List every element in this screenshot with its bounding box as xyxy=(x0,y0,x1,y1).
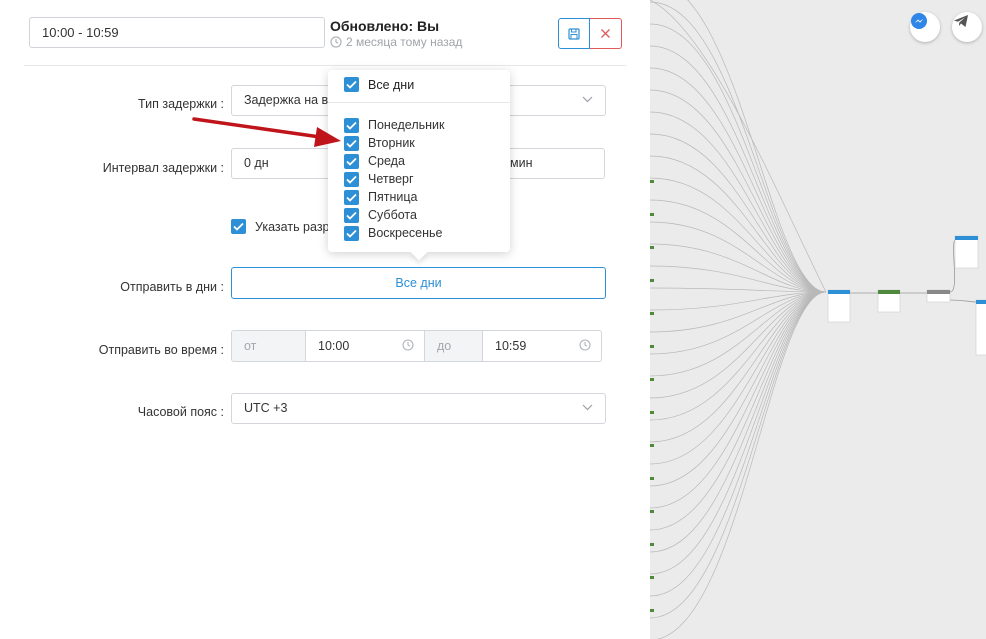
timezone-label: Часовой пояс : xyxy=(137,405,224,419)
delay-type-label: Тип задержки : xyxy=(138,97,224,111)
send-days-label: Отправить в дни : xyxy=(120,280,224,294)
clock-icon xyxy=(579,339,591,351)
flow-connections xyxy=(650,0,986,639)
messenger-icon xyxy=(911,13,927,29)
floppy-disk-icon xyxy=(568,27,580,40)
time-from-value: 10:00 xyxy=(318,339,350,353)
delay-minutes-suffix: мин xyxy=(510,156,533,170)
telegram-button[interactable] xyxy=(952,12,982,42)
send-time-label: Отправить во время : xyxy=(98,343,224,357)
check-icon xyxy=(344,207,359,223)
days-dropdown: Все дни Понедельник Вторник Среда Четверг Пя… xyxy=(328,70,510,252)
delay-interval-label: Интервал задержки : xyxy=(102,161,224,175)
close-icon xyxy=(601,29,610,38)
day-option-label: Четверг xyxy=(368,172,414,186)
time-to-value: 10:59 xyxy=(495,339,527,353)
day-option[interactable]: Пятница xyxy=(344,188,445,206)
time-from-addon: от xyxy=(232,331,306,361)
close-button[interactable] xyxy=(590,18,622,49)
day-option[interactable]: Суббота xyxy=(344,206,445,224)
header-divider xyxy=(24,65,626,66)
check-icon xyxy=(344,189,359,205)
dropdown-divider xyxy=(328,102,510,103)
check-icon xyxy=(344,225,359,241)
telegram-icon xyxy=(954,15,968,27)
messenger-button[interactable] xyxy=(910,12,940,42)
clock-icon xyxy=(402,339,414,351)
check-icon xyxy=(231,219,246,234)
time-to-input[interactable]: 10:59 xyxy=(483,331,601,361)
check-icon xyxy=(344,77,359,92)
timezone-value: UTC +3 xyxy=(244,401,288,415)
specify-range-label: Указать разр xyxy=(255,219,330,234)
day-option-label: Пятница xyxy=(368,190,418,204)
all-days-label: Все дни xyxy=(368,77,415,92)
day-option[interactable]: Воскресенье xyxy=(344,224,445,242)
send-time-range: от 10:00 до 10:59 xyxy=(231,330,602,362)
clock-icon xyxy=(330,36,342,48)
day-option-label: Понедельник xyxy=(368,118,445,132)
day-option-label: Воскресенье xyxy=(368,226,443,240)
timezone-select[interactable]: UTC +3 xyxy=(231,393,606,424)
all-days-option[interactable]: Все дни xyxy=(344,77,414,92)
check-icon xyxy=(344,153,359,169)
day-option[interactable]: Понедельник xyxy=(344,116,445,134)
updated-ago: 2 месяца тому назад xyxy=(330,35,462,49)
day-option-label: Суббота xyxy=(368,208,417,222)
updated-label: Обновлено: Вы xyxy=(330,18,440,34)
send-days-button[interactable]: Все дни xyxy=(231,267,606,299)
check-icon xyxy=(344,117,359,133)
delay-type-value: Задержка на в xyxy=(244,93,329,107)
time-from-input[interactable]: 10:00 xyxy=(306,331,425,361)
check-icon xyxy=(344,135,359,151)
flow-canvas[interactable] xyxy=(650,0,986,639)
chevron-down-icon xyxy=(582,96,593,103)
day-option[interactable]: Четверг xyxy=(344,170,445,188)
day-option-label: Среда xyxy=(368,154,405,168)
specify-range-checkbox[interactable]: Указать разр xyxy=(231,219,330,234)
day-option[interactable]: Вторник xyxy=(344,134,445,152)
save-button[interactable] xyxy=(558,18,590,49)
day-option-label: Вторник xyxy=(368,136,415,150)
name-input[interactable]: 10:00 - 10:59 xyxy=(29,17,325,48)
chevron-down-icon xyxy=(582,404,593,411)
day-options: Понедельник Вторник Среда Четверг Пятница Суб… xyxy=(344,116,445,242)
header-actions xyxy=(558,18,622,49)
check-icon xyxy=(344,171,359,187)
delay-days-input[interactable]: 0 дн xyxy=(231,148,331,179)
day-option[interactable]: Среда xyxy=(344,152,445,170)
updated-ago-text: 2 месяца тому назад xyxy=(346,35,463,49)
time-to-addon: до xyxy=(425,331,483,361)
settings-panel: 10:00 - 10:59 Обновлено: Вы 2 месяца том… xyxy=(0,0,650,639)
